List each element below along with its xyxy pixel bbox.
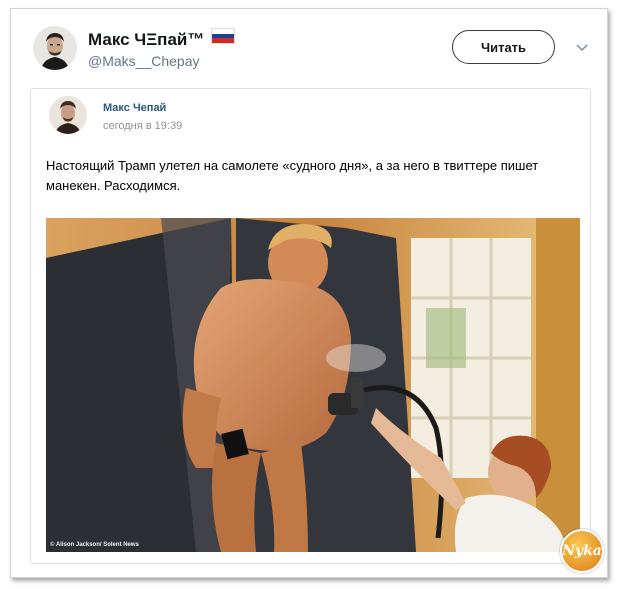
post-author-name[interactable]: Макс Чепай bbox=[103, 102, 166, 114]
post-photo[interactable] bbox=[46, 218, 580, 552]
author-avatar[interactable] bbox=[33, 26, 77, 70]
image-credit: © Alison Jackson/ Solent News bbox=[50, 542, 139, 548]
author-name[interactable]: Макс ЧΞпай™ bbox=[88, 28, 236, 50]
watermark-logo: Nyka bbox=[560, 529, 604, 573]
chevron-down-icon[interactable] bbox=[575, 41, 589, 55]
author-name-text[interactable]: Макс ЧΞпай™ bbox=[88, 30, 204, 49]
author-handle[interactable]: @Maks__Chepay bbox=[88, 53, 200, 69]
post-author-avatar[interactable] bbox=[49, 96, 87, 134]
flag-stripe-red bbox=[212, 38, 235, 43]
post-timestamp[interactable]: сегодня в 19:39 bbox=[103, 120, 182, 132]
follow-button[interactable]: Читать bbox=[452, 30, 555, 64]
post-text: Настоящий Трамп улетел на самолете «судн… bbox=[46, 158, 539, 193]
russia-flag-icon bbox=[211, 28, 236, 44]
